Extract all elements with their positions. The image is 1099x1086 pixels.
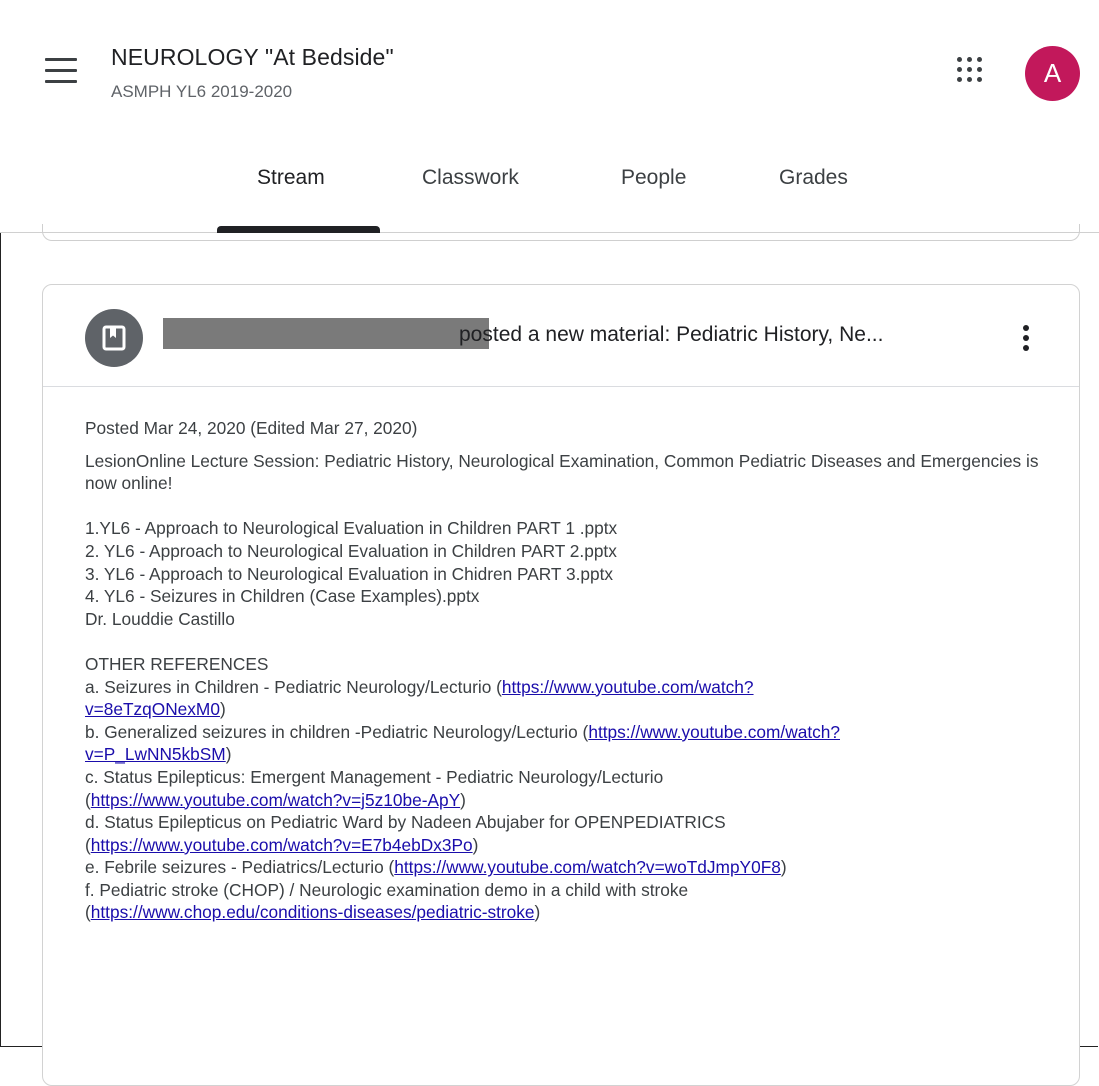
references-heading: OTHER REFERENCES — [85, 653, 269, 674]
file-item: 1.YL6 - Approach to Neurological Evaluat… — [85, 518, 618, 539]
class-title[interactable]: NEUROLOGY "At Bedside" — [111, 44, 394, 71]
account-avatar[interactable]: A — [1025, 46, 1080, 101]
reference-item: v=8eTzqONexM0) — [85, 698, 1070, 721]
reference-item: a. Seizures in Children - Pediatric Neur… — [85, 676, 1070, 699]
post-intro: LesionOnline Lecture Session: Pediatric … — [85, 450, 1039, 494]
more-options-icon[interactable] — [1013, 319, 1039, 355]
reference-text: c. Status Epilepticus: Emergent Manageme… — [85, 766, 664, 787]
reference-item: d. Status Epilepticus on Pediatric Ward … — [85, 811, 1070, 834]
reference-link[interactable]: https://www.youtube.com/watch? — [502, 677, 754, 697]
post-header[interactable]: posted a new material: Pediatric History… — [43, 285, 1079, 387]
reference-close: ) — [460, 789, 466, 810]
reference-text: e. Febrile seizures - Pediatrics/Lecturi… — [85, 857, 395, 878]
reference-link[interactable]: v=P_LwNN5kbSM — [85, 744, 226, 764]
class-section: ASMPH YL6 2019-2020 — [111, 82, 293, 101]
material-icon — [85, 309, 143, 367]
reference-close: ) — [219, 699, 226, 720]
reference-close: ) — [780, 857, 787, 878]
reference-close: ) — [534, 902, 541, 923]
reference-link[interactable]: https://www.chop.edu/conditions-diseases… — [91, 902, 535, 922]
reference-item: f. Pediatric stroke (CHOP) / Neurologic … — [85, 879, 1070, 902]
reference-close: ) — [225, 744, 232, 765]
stream-post-card: posted a new material: Pediatric History… — [42, 284, 1080, 1086]
reference-text: f. Pediatric stroke (CHOP) / Neurologic … — [85, 879, 689, 900]
reference-link[interactable]: https://www.youtube.com/watch?v=E7b4ebDx… — [91, 835, 473, 855]
post-author: Dr. Louddie Castillo — [85, 608, 235, 629]
tab-grades[interactable]: Grades — [779, 166, 848, 190]
reference-close: ) — [472, 834, 479, 855]
post-meta: Posted Mar 24, 2020 (Edited Mar 27, 2020… — [85, 418, 418, 438]
reference-text: a. Seizures in Children - Pediatric Neur… — [85, 676, 502, 697]
reference-item: (https://www.youtube.com/watch?v=E7b4ebD… — [85, 834, 479, 855]
reference-link[interactable]: https://www.youtube.com/watch? — [588, 722, 840, 742]
reference-item: (https://www.chop.edu/conditions-disease… — [85, 902, 541, 923]
file-item: 2. YL6 - Approach to Neurological Evalua… — [85, 540, 617, 561]
tab-people[interactable]: People — [621, 166, 686, 190]
apps-grid-icon[interactable] — [956, 56, 984, 84]
file-item: 4. YL6 - Seizures in Children (Case Exam… — [85, 586, 480, 607]
post-headline[interactable]: posted a new material: Pediatric History… — [459, 323, 883, 347]
reference-text: d. Status Epilepticus on Pediatric Ward … — [85, 812, 726, 833]
reference-item: (https://www.youtube.com/watch?v=j5z10be… — [85, 789, 466, 810]
tab-stream[interactable]: Stream — [257, 166, 325, 190]
file-item: 3. YL6 - Approach to Neurological Evalua… — [85, 563, 614, 584]
reference-link[interactable]: https://www.youtube.com/watch?v=woTdJmpY… — [394, 857, 781, 877]
reference-text: b. Generalized seizures in children -Ped… — [85, 721, 589, 742]
reference-item: v=P_LwNN5kbSM) — [85, 743, 1070, 766]
top-app-bar: NEUROLOGY "At Bedside" ASMPH YL6 2019-20… — [0, 0, 1099, 233]
tab-classwork[interactable]: Classwork — [422, 166, 519, 190]
post-body: Posted Mar 24, 2020 (Edited Mar 27, 2020… — [85, 417, 1070, 924]
redacted-author-name — [163, 318, 489, 349]
main-menu-icon[interactable] — [45, 58, 77, 84]
reference-link[interactable]: https://www.youtube.com/watch?v=j5z10be-… — [91, 790, 460, 810]
reference-item: c. Status Epilepticus: Emergent Manageme… — [85, 766, 1070, 789]
reference-item: b. Generalized seizures in children -Ped… — [85, 721, 1070, 744]
reference-link[interactable]: v=8eTzqONexM0 — [85, 699, 220, 719]
reference-item: e. Febrile seizures - Pediatrics/Lecturi… — [85, 856, 1070, 879]
class-banner-edge — [42, 224, 1080, 241]
